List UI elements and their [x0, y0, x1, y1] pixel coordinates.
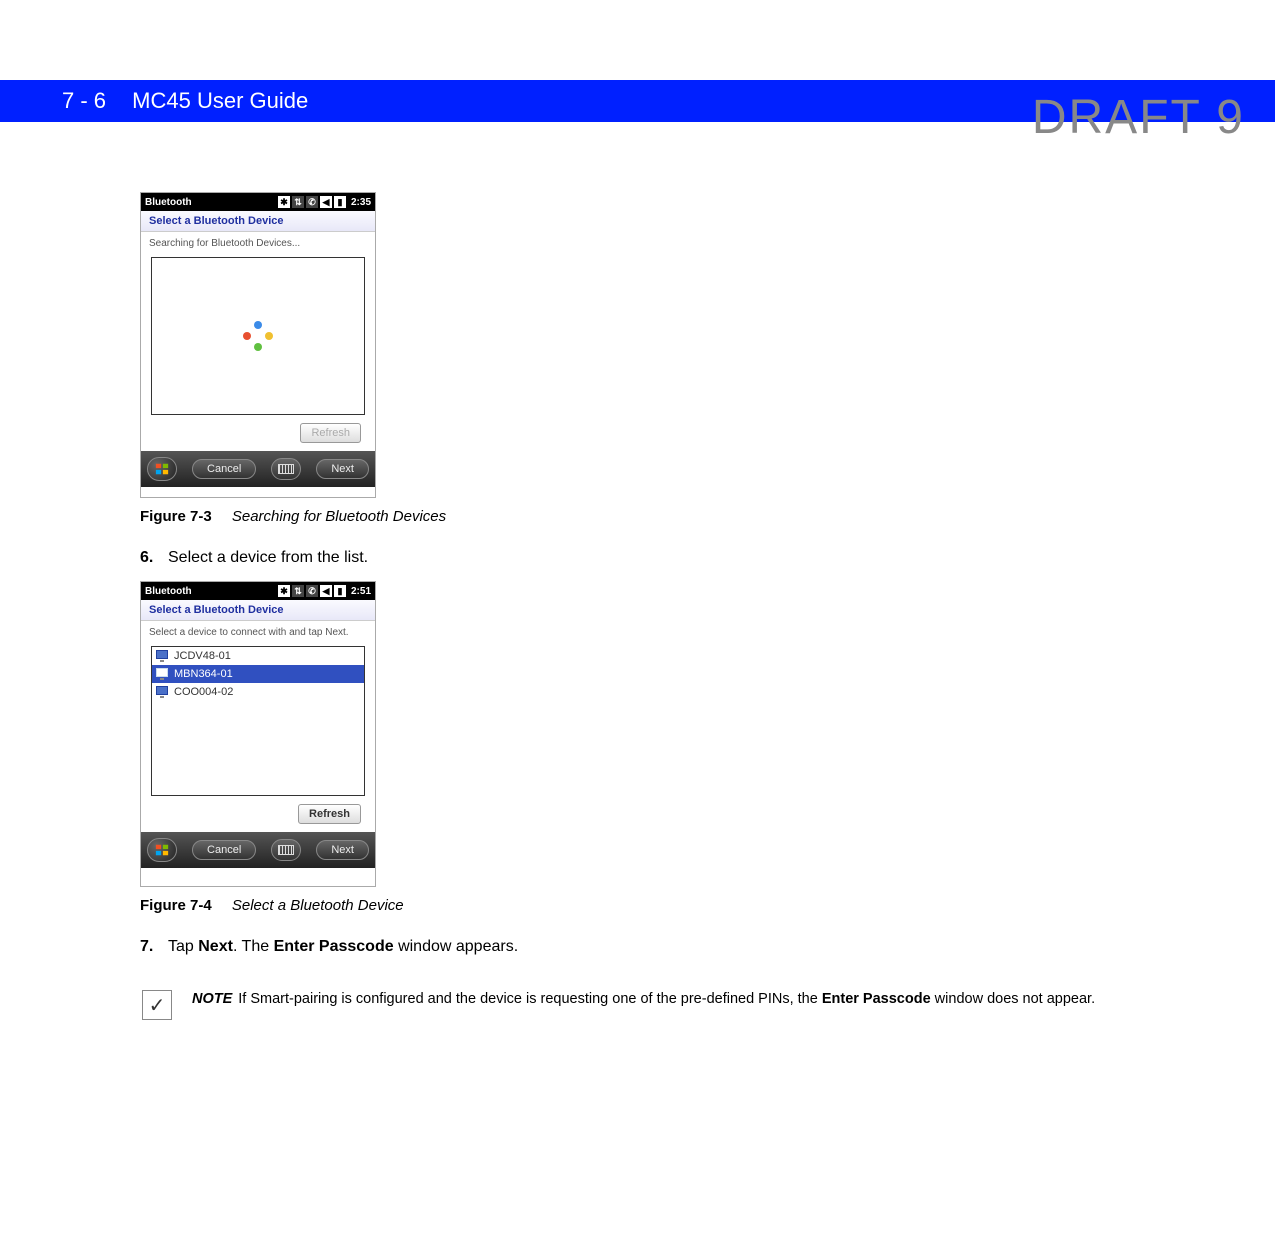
figure-description: Select a Bluetooth Device — [232, 897, 404, 914]
text-fragment: . The — [233, 938, 274, 955]
status-text: Searching for Bluetooth Devices... — [149, 238, 367, 249]
checkmark-icon: ✓ — [142, 990, 172, 1020]
page-number: 7 - 6 — [62, 88, 106, 113]
next-button[interactable]: Next — [316, 459, 369, 479]
status-text: Select a device to connect with and tap … — [149, 627, 367, 638]
step-number: 6. — [140, 549, 168, 567]
list-item[interactable]: COO004-02 — [152, 683, 364, 701]
figure-7-4-caption: Figure 7-4 Select a Bluetooth Device — [140, 897, 1275, 914]
text-fragment: If Smart-pairing is configured and the d… — [238, 991, 822, 1007]
keyboard-button[interactable] — [271, 458, 301, 480]
clock: 2:35 — [351, 197, 371, 208]
step-text: Tap Next. The Enter Passcode window appe… — [168, 938, 1275, 956]
text-fragment: window does not appear. — [931, 991, 1095, 1007]
computer-icon — [156, 686, 170, 698]
start-button[interactable] — [147, 838, 177, 862]
device-bottom-bar: Cancel Next — [141, 451, 375, 487]
bluetooth-icon: ✱ — [278, 585, 290, 597]
text-fragment: Tap — [168, 938, 198, 955]
computer-icon — [156, 668, 170, 680]
text-bold: Enter Passcode — [274, 938, 394, 955]
device-name: MBN364-01 — [174, 668, 233, 680]
cancel-button[interactable]: Cancel — [192, 840, 256, 860]
step-7: 7. Tap Next. The Enter Passcode window a… — [140, 938, 1275, 956]
step-6: 6. Select a device from the list. — [140, 549, 1275, 567]
search-results-box — [151, 257, 365, 415]
phone-icon: ✆ — [306, 196, 318, 208]
next-button[interactable]: Next — [316, 840, 369, 860]
signal-icon: ⇅ — [292, 585, 304, 597]
volume-icon: ◀ — [320, 196, 332, 208]
computer-icon — [156, 650, 170, 662]
screen-subtitle: Select a Bluetooth Device — [141, 600, 375, 621]
signal-icon: ⇅ — [292, 196, 304, 208]
app-title: Bluetooth — [145, 586, 278, 597]
battery-icon: ▮ — [334, 585, 346, 597]
figure-7-4-screenshot: Bluetooth ✱ ⇅ ✆ ◀ ▮ 2:51 Select a Blueto… — [140, 581, 376, 887]
volume-icon: ◀ — [320, 585, 332, 597]
note-block: ✓ NOTE If Smart-pairing is configured and… — [140, 990, 1275, 1020]
note-label: NOTE — [192, 991, 232, 1007]
figure-label: Figure 7-3 — [140, 508, 212, 525]
status-icons: ✱ ⇅ ✆ ◀ ▮ 2:51 — [278, 585, 371, 597]
figure-7-3-screenshot: Bluetooth ✱ ⇅ ✆ ◀ ▮ 2:35 Select a Blueto… — [140, 192, 376, 498]
refresh-button[interactable]: Refresh — [300, 423, 361, 443]
figure-description: Searching for Bluetooth Devices — [232, 508, 446, 525]
device-status-bar: Bluetooth ✱ ⇅ ✆ ◀ ▮ 2:51 — [141, 582, 375, 600]
start-button[interactable] — [147, 457, 177, 481]
step-text: Select a device from the list. — [168, 549, 1275, 567]
figure-label: Figure 7-4 — [140, 897, 212, 914]
list-item[interactable]: JCDV48-01 — [152, 647, 364, 665]
watermark: DRAFT 9 — [1032, 90, 1245, 145]
note-text: NOTE If Smart-pairing is configured and t… — [192, 990, 1095, 1010]
status-icons: ✱ ⇅ ✆ ◀ ▮ 2:35 — [278, 196, 371, 208]
loading-spinner-icon — [243, 321, 273, 351]
step-number: 7. — [140, 938, 168, 956]
device-status-bar: Bluetooth ✱ ⇅ ✆ ◀ ▮ 2:35 — [141, 193, 375, 211]
device-list[interactable]: JCDV48-01 MBN364-01 COO004-02 — [151, 646, 365, 796]
bluetooth-icon: ✱ — [278, 196, 290, 208]
phone-icon: ✆ — [306, 585, 318, 597]
keyboard-button[interactable] — [271, 839, 301, 861]
guide-title: MC45 User Guide — [132, 88, 308, 113]
figure-7-3-caption: Figure 7-3 Searching for Bluetooth Devic… — [140, 508, 1275, 525]
text-bold: Next — [198, 938, 233, 955]
refresh-button[interactable]: Refresh — [298, 804, 361, 824]
battery-icon: ▮ — [334, 196, 346, 208]
device-bottom-bar: Cancel Next — [141, 832, 375, 868]
text-bold: Enter Passcode — [822, 991, 931, 1007]
text-fragment: window appears. — [394, 938, 519, 955]
cancel-button[interactable]: Cancel — [192, 459, 256, 479]
device-name: JCDV48-01 — [174, 650, 231, 662]
device-name: COO004-02 — [174, 686, 233, 698]
clock: 2:51 — [351, 586, 371, 597]
list-item[interactable]: MBN364-01 — [152, 665, 364, 683]
screen-subtitle: Select a Bluetooth Device — [141, 211, 375, 232]
app-title: Bluetooth — [145, 197, 278, 208]
